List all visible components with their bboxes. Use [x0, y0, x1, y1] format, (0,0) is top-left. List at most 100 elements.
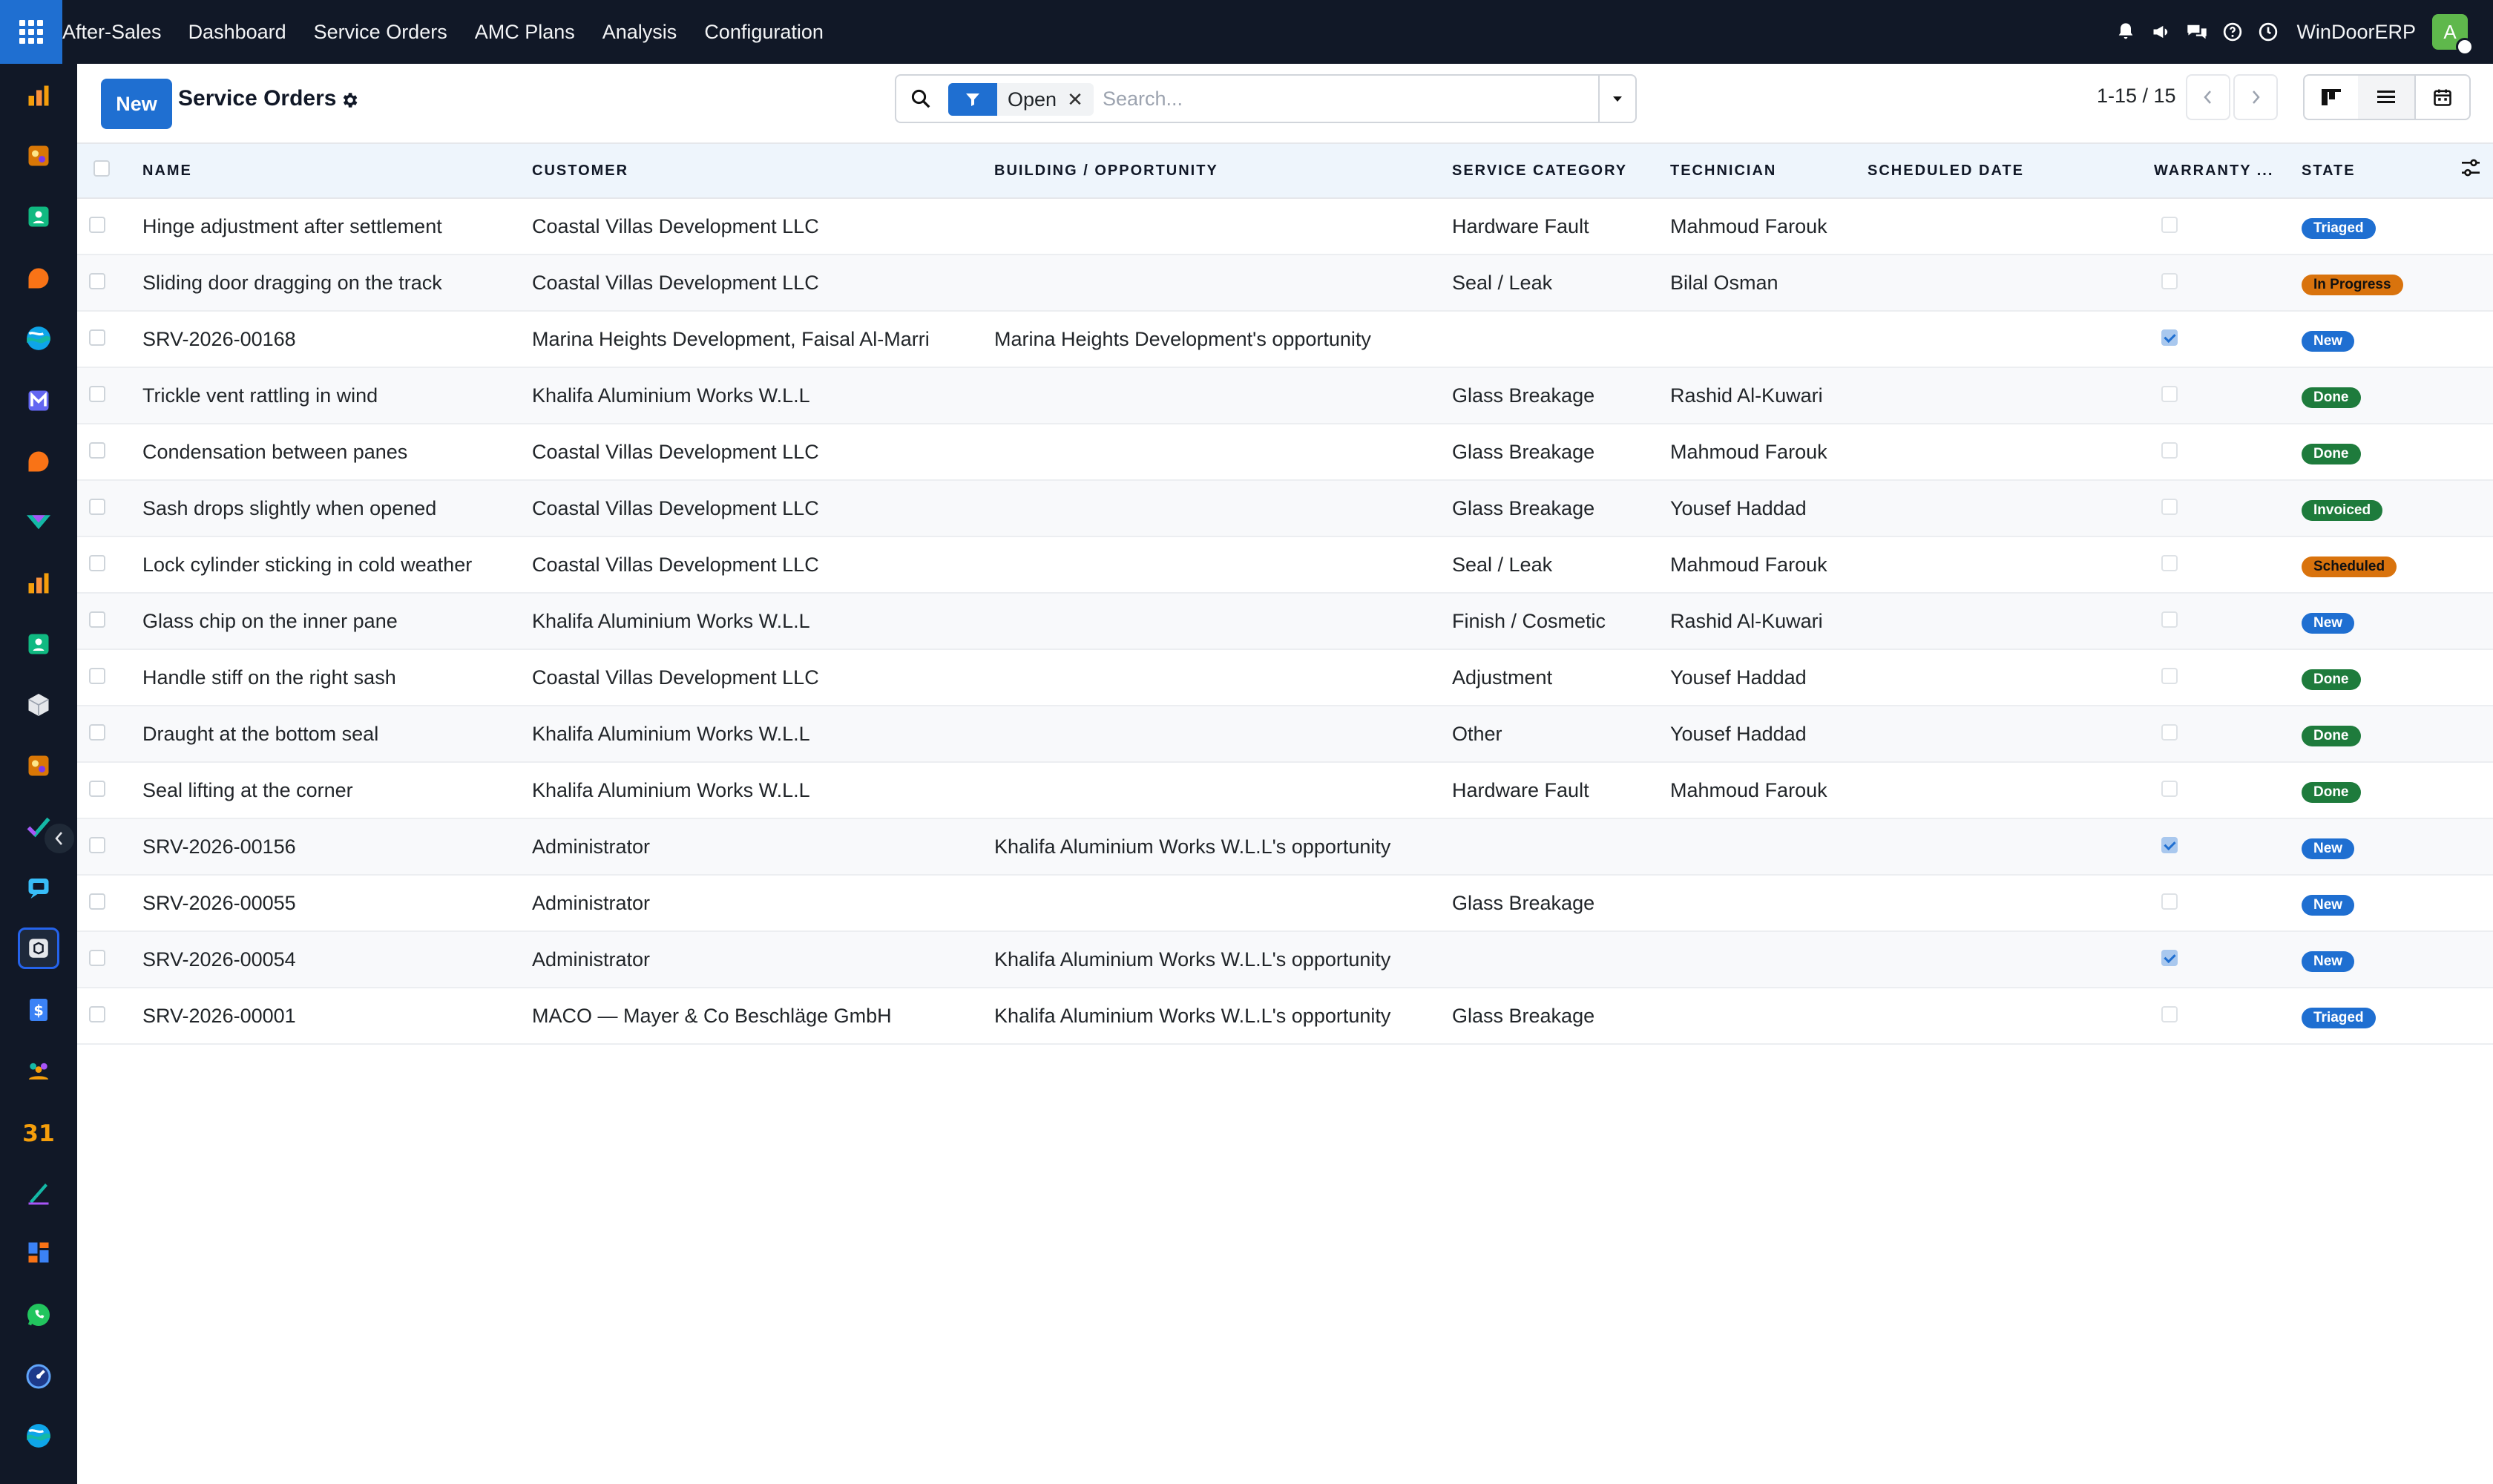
remove-facet-icon[interactable]: ✕ [1067, 83, 1094, 116]
bell-icon[interactable] [2108, 0, 2144, 64]
app-menu-button[interactable] [0, 0, 62, 64]
sidebar-app-people[interactable] [18, 1050, 59, 1091]
sidebar-app-bar-chart[interactable] [18, 562, 59, 604]
optional-columns-icon[interactable] [2459, 156, 2483, 184]
menu-service-orders[interactable]: Service Orders [314, 21, 447, 44]
sidebar-app-bar-chart[interactable] [18, 75, 59, 116]
sidebar-app-gauge[interactable] [18, 1356, 59, 1397]
sidebar-app-wave-logo[interactable] [18, 318, 59, 359]
sidebar-app-tag[interactable] [18, 501, 59, 542]
whatsapp-icon [25, 1301, 52, 1328]
row-checkbox[interactable] [89, 554, 105, 571]
select-all-checkbox[interactable] [93, 160, 110, 177]
table-row[interactable]: SRV-2026-00156 Administrator Khalifa Alumi… [77, 818, 2493, 876]
col-header-technician[interactable]: TECHNICIAN [1670, 142, 1868, 199]
sidebar-app-cube[interactable] [18, 684, 59, 726]
sidebar-app-chat-bubble[interactable] [18, 441, 59, 482]
col-header-state[interactable]: STATE [2302, 162, 2356, 179]
col-header-opportunity[interactable]: BUILDING / OPPORTUNITY [994, 142, 1452, 199]
table-row[interactable]: Sliding door dragging on the track Coasta… [77, 255, 2493, 312]
megaphone-icon[interactable] [2144, 0, 2179, 64]
pager-previous-button[interactable] [2186, 74, 2230, 120]
user-avatar[interactable]: A [2432, 14, 2474, 56]
new-button[interactable]: New [101, 79, 172, 129]
col-header-name[interactable]: NAME [142, 142, 532, 199]
row-checkbox[interactable] [89, 667, 105, 684]
sidebar-app-dashboard-tiles[interactable] [18, 1232, 59, 1273]
row-checkbox[interactable] [89, 611, 105, 628]
sidebar-app-after-sales-box[interactable] [18, 928, 59, 969]
table-row[interactable]: Handle stiff on the right sash Coastal Vi… [77, 649, 2493, 706]
sidebar-app-whatsapp[interactable] [18, 1294, 59, 1336]
row-checkbox[interactable] [89, 272, 105, 289]
warranty-checkbox [2161, 385, 2178, 402]
sidebar-app-contact-card[interactable] [18, 623, 59, 665]
cell-scheduled-date [1868, 931, 2154, 988]
search-icon[interactable] [910, 88, 932, 114]
view-kanban-button[interactable] [2303, 74, 2359, 120]
sidebar-app-chat-bubble[interactable] [18, 257, 59, 299]
app-name[interactable]: After-Sales [62, 21, 162, 44]
cell-state: In Progress [2302, 255, 2493, 312]
col-header-service-category[interactable]: SERVICE CATEGORY [1452, 142, 1670, 199]
search-input[interactable] [1103, 82, 1563, 116]
chat-icon[interactable] [2179, 0, 2215, 64]
table-row[interactable]: Lock cylinder sticking in cold weather Co… [77, 536, 2493, 594]
sidebar-app-mail-m[interactable] [18, 380, 59, 421]
table-row[interactable]: SRV-2026-00055 Administrator Glass Breakag… [77, 875, 2493, 932]
sidebar-app-wave-logo[interactable] [18, 1415, 59, 1457]
row-checkbox[interactable] [89, 893, 105, 910]
table-row[interactable]: SRV-2026-00001 MACO — Mayer & Co Beschläg… [77, 988, 2493, 1045]
cell-warranty [2154, 706, 2302, 763]
collapse-sidebar-button[interactable] [45, 824, 74, 853]
sidebar-app-dollar-doc[interactable]: $ [18, 989, 59, 1031]
menu-amc-plans[interactable]: AMC Plans [475, 21, 575, 44]
cell-warranty [2154, 649, 2302, 706]
view-calendar-button[interactable] [2414, 74, 2471, 120]
table-row[interactable]: Seal lifting at the corner Khalifa Alumin… [77, 762, 2493, 819]
help-icon[interactable] [2215, 0, 2250, 64]
table-row[interactable]: SRV-2026-00054 Administrator Khalifa Alumi… [77, 931, 2493, 988]
table-row[interactable]: Trickle vent rattling in wind Khalifa Alu… [77, 367, 2493, 424]
search-options-toggle[interactable] [1598, 76, 1635, 122]
table-row[interactable]: Hinge adjustment after settlement Coastal… [77, 198, 2493, 255]
row-checkbox[interactable] [89, 385, 105, 402]
company-switcher[interactable]: WinDoorERP [2296, 21, 2416, 44]
row-checkbox[interactable] [89, 1005, 105, 1022]
sidebar-app-chat-square[interactable] [18, 867, 59, 908]
row-checkbox[interactable] [89, 441, 105, 459]
view-list-button[interactable] [2358, 74, 2414, 120]
grid-icon [19, 20, 43, 44]
sidebar-app-calendar-31[interactable]: 31 [18, 1111, 59, 1152]
col-header-warranty[interactable]: WARRANTY ... [2154, 142, 2302, 199]
row-checkbox[interactable] [89, 780, 105, 797]
menu-configuration[interactable]: Configuration [704, 21, 824, 44]
sidebar-app-pen-sign[interactable] [18, 1172, 59, 1213]
menu-dashboard[interactable]: Dashboard [188, 21, 286, 44]
menu-analysis[interactable]: Analysis [602, 21, 677, 44]
row-checkbox[interactable] [89, 723, 105, 741]
table-row[interactable]: Sash drops slightly when opened Coastal V… [77, 480, 2493, 537]
row-checkbox[interactable] [89, 498, 105, 515]
row-checkbox[interactable] [89, 329, 105, 346]
table-row[interactable]: Condensation between panes Coastal Villas… [77, 424, 2493, 481]
pager-value[interactable]: 1-15 / 15 [2097, 85, 2176, 108]
table-row[interactable]: Draught at the bottom seal Khalifa Alumin… [77, 706, 2493, 763]
state-badge: Done [2302, 725, 2361, 746]
table-row[interactable]: Glass chip on the inner pane Khalifa Alum… [77, 593, 2493, 650]
row-checkbox[interactable] [89, 836, 105, 853]
col-header-scheduled-date[interactable]: SCHEDULED DATE [1868, 142, 2154, 199]
pager-next-button[interactable] [2233, 74, 2278, 120]
warranty-checkbox [2161, 667, 2178, 684]
sidebar-app-palette[interactable] [18, 135, 59, 177]
col-header-customer[interactable]: CUSTOMER [532, 142, 994, 199]
row-checkbox[interactable] [89, 949, 105, 966]
gear-icon[interactable] [340, 91, 359, 114]
clock-icon[interactable] [2250, 0, 2286, 64]
sidebar-app-palette[interactable] [18, 745, 59, 787]
sidebar-app-contact-card[interactable] [18, 196, 59, 237]
row-select-cell [77, 255, 142, 312]
cell-warranty [2154, 875, 2302, 932]
row-checkbox[interactable] [89, 216, 105, 233]
table-row[interactable]: SRV-2026-00168 Marina Heights Development… [77, 311, 2493, 368]
